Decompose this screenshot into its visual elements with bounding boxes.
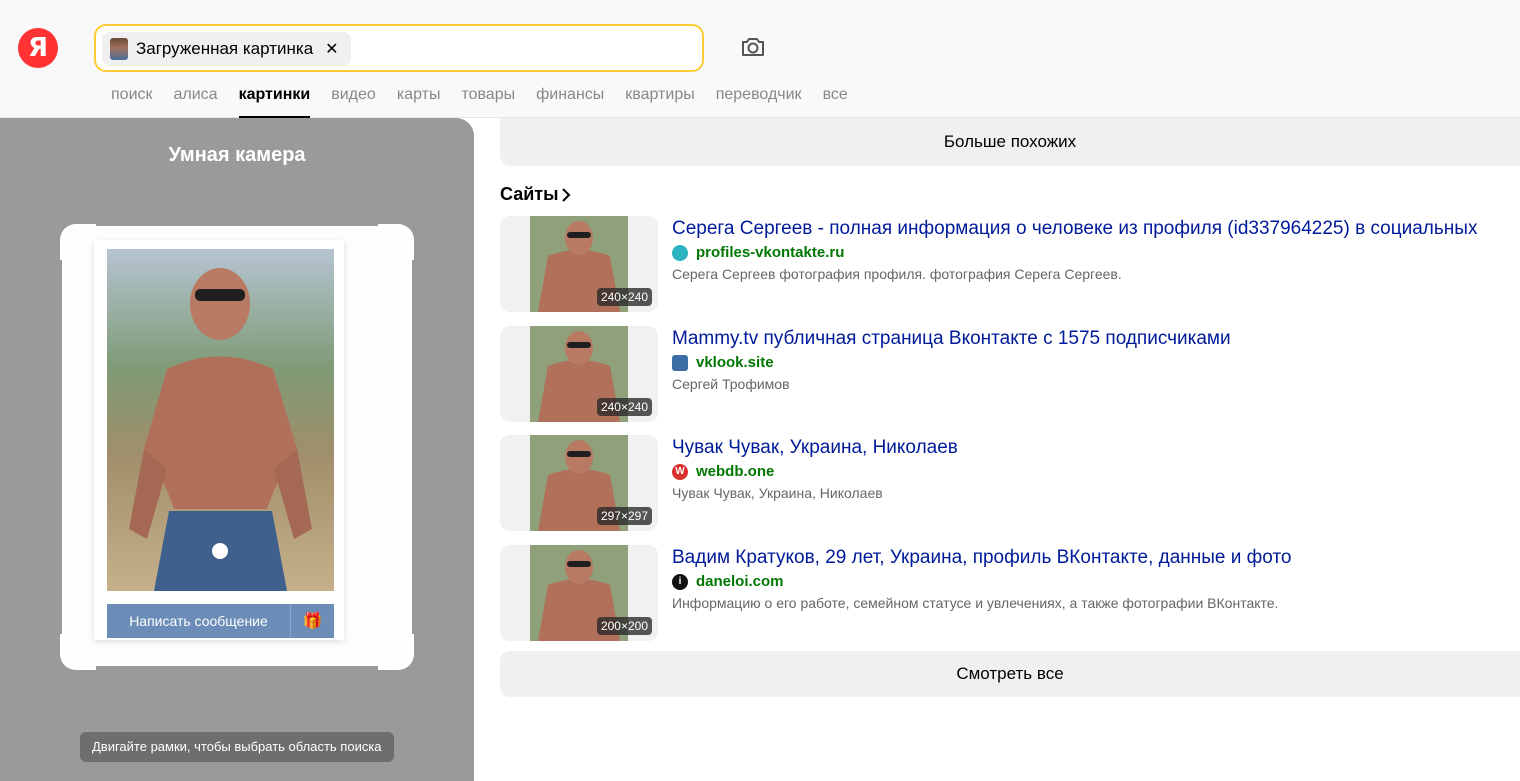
image-size-badge: 240×240 — [596, 398, 652, 416]
site-link[interactable]: daneloi.com — [696, 573, 784, 590]
tab-images[interactable]: картинки — [238, 84, 311, 118]
tab-maps[interactable]: карты — [397, 84, 441, 118]
chip-thumbnail — [110, 38, 128, 60]
sites-heading-label: Сайты — [500, 184, 559, 204]
result-description: Серега Сергеев фотография профиля. фотог… — [672, 266, 1122, 282]
result-thumbnail[interactable]: 297×297 — [500, 435, 658, 531]
nav-tabs: поиск алиса картинки видео карты товары … — [111, 84, 848, 118]
tab-finance[interactable]: финансы — [536, 84, 604, 118]
site-favicon-icon — [672, 244, 688, 261]
site-favicon-icon: W — [672, 463, 688, 480]
result-thumbnail[interactable]: 240×240 — [500, 216, 658, 312]
close-icon[interactable]: ✕ — [325, 39, 338, 59]
sites-heading[interactable]: Сайты — [500, 184, 572, 205]
panel-title: Умная камера — [168, 144, 306, 166]
yandex-logo[interactable]: Я — [18, 28, 58, 68]
frame-handle-top-right[interactable] — [378, 224, 414, 260]
result-item: 297×297 Чувак Чувак, Украина, Николаев W… — [500, 435, 1520, 533]
chevron-right-icon — [562, 187, 571, 202]
result-item: 200×200 Вадим Кратуков, 29 лет, Украина,… — [500, 545, 1520, 643]
tab-realty[interactable]: квартиры — [625, 84, 694, 118]
send-message-label: Написать сообщение — [129, 613, 268, 629]
result-title[interactable]: Серега Сергеев - полная информация о чел… — [672, 218, 1477, 240]
send-message-button: Написать сообщение 🎁 — [107, 604, 334, 638]
smart-camera-panel: Умная камера Написать сообщение 🎁 Двигай… — [0, 118, 474, 781]
gift-icon: 🎁 — [290, 604, 334, 638]
result-thumbnail[interactable]: 200×200 — [500, 545, 658, 641]
result-site: i daneloi.com — [672, 573, 784, 590]
see-all-button[interactable]: Смотреть все — [500, 651, 1520, 697]
hint-tooltip: Двигайте рамки, чтобы выбрать область по… — [80, 732, 394, 762]
info-icon: i — [672, 573, 688, 590]
frame-handle-bottom-left[interactable] — [60, 634, 96, 670]
result-site: profiles-vkontakte.ru — [672, 244, 844, 261]
tab-all[interactable]: все — [823, 84, 848, 118]
result-title[interactable]: Вадим Кратуков, 29 лет, Украина, профиль… — [672, 547, 1292, 569]
header: Я Загруженная картинка ✕ поиск алиса кар… — [0, 0, 1520, 118]
camera-icon[interactable] — [738, 32, 768, 62]
image-size-badge: 200×200 — [596, 617, 652, 635]
result-item: 240×240 Серега Сергеев - полная информац… — [500, 216, 1520, 314]
image-size-badge: 297×297 — [596, 507, 652, 525]
site-link[interactable]: profiles-vkontakte.ru — [696, 244, 844, 261]
tab-video[interactable]: видео — [331, 84, 376, 118]
search-box[interactable]: Загруженная картинка ✕ — [94, 24, 704, 72]
uploaded-image-chip[interactable]: Загруженная картинка ✕ — [102, 32, 351, 66]
chip-label: Загруженная картинка — [136, 39, 314, 58]
result-description: Сергей Трофимов — [672, 376, 790, 392]
site-link[interactable]: webdb.one — [696, 463, 774, 480]
result-item: 240×240 Mammy.tv публичная страница Вкон… — [500, 326, 1520, 424]
frame-handle-bottom-right[interactable] — [378, 634, 414, 670]
frame-handle-top-left[interactable] — [60, 224, 96, 260]
more-similar-button[interactable]: Больше похожих — [500, 118, 1520, 166]
result-title[interactable]: Mammy.tv публичная страница Вконтакте с … — [672, 328, 1231, 350]
result-site: W webdb.one — [672, 463, 774, 480]
result-description: Информацию о его работе, семейном статус… — [672, 595, 1279, 611]
tab-search[interactable]: поиск — [111, 84, 153, 118]
result-thumbnail[interactable]: 240×240 — [500, 326, 658, 422]
panel-divider — [474, 118, 488, 781]
result-site: vklook.site — [672, 354, 774, 371]
tab-translator[interactable]: переводчик — [716, 84, 802, 118]
tab-products[interactable]: товары — [461, 84, 515, 118]
tab-alice[interactable]: алиса — [174, 84, 218, 118]
site-favicon-icon — [672, 354, 688, 371]
person-photo — [107, 249, 334, 591]
uploaded-image-preview: Написать сообщение 🎁 — [94, 240, 344, 640]
result-title[interactable]: Чувак Чувак, Украина, Николаев — [672, 437, 958, 459]
result-description: Чувак Чувак, Украина, Николаев — [672, 485, 883, 501]
site-link[interactable]: vklook.site — [696, 354, 774, 371]
image-size-badge: 240×240 — [596, 288, 652, 306]
